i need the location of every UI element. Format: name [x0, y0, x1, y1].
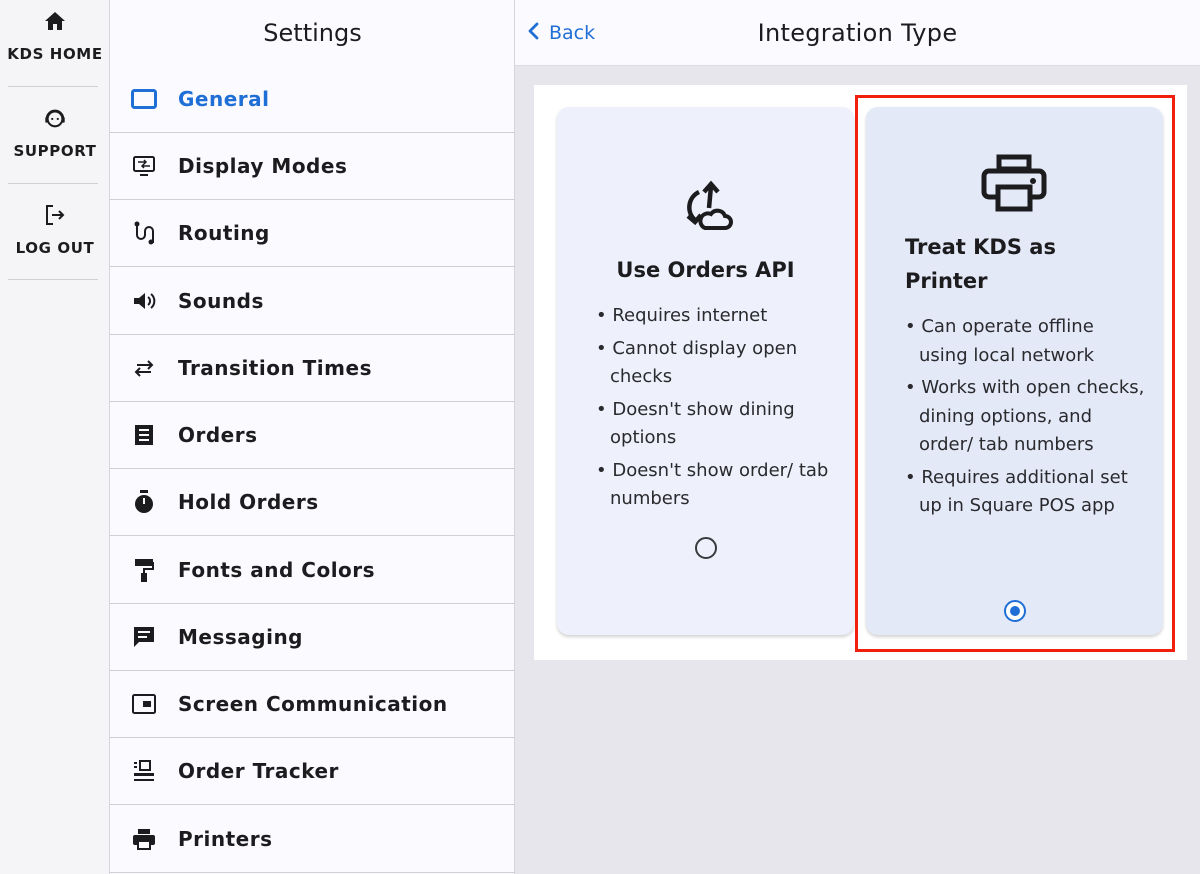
option-bullet: Can operate offline using local network — [905, 313, 1145, 370]
sidebar-item-order-tracker[interactable]: Order Tracker — [110, 738, 515, 805]
option-card-kds-printer[interactable]: Treat KDS as Printer Can operate offline… — [866, 107, 1163, 635]
sidebar-item-screen-communication[interactable]: Screen Communication — [110, 671, 515, 738]
chevron-left-icon — [527, 22, 539, 44]
logout-icon — [43, 203, 67, 227]
printer-icon — [130, 825, 158, 853]
sidebar-item-display-modes[interactable]: Display Modes — [110, 133, 515, 200]
sidebar-item-messaging[interactable]: Messaging — [110, 604, 515, 671]
support-label: SUPPORT — [13, 142, 97, 160]
option-bullet: Cannot display open checks — [596, 335, 836, 392]
settings-sidebar: Settings General Display Modes Routing S… — [110, 0, 515, 874]
sidebar-item-label: Fonts and Colors — [178, 558, 376, 582]
main-header: Integration Type Back — [515, 0, 1200, 66]
routing-icon — [130, 219, 158, 247]
option-bullet-list: Requires internet Cannot display open ch… — [596, 302, 836, 518]
log-out-button[interactable]: LOG OUT — [0, 194, 110, 290]
option-bullet: Doesn't show dining options — [596, 396, 836, 453]
sidebar-item-fonts-and-colors[interactable]: Fonts and Colors — [110, 537, 515, 604]
home-icon — [43, 9, 67, 33]
sidebar-item-sounds[interactable]: Sounds — [110, 268, 515, 335]
receipt-icon — [130, 421, 158, 449]
printer-icon — [979, 153, 1049, 213]
general-icon — [130, 85, 158, 113]
rail-divider — [8, 183, 98, 184]
option-bullet-list: Can operate offline using local network … — [905, 313, 1145, 525]
sidebar-item-label: Orders — [178, 423, 258, 447]
radio-button-orders-api[interactable] — [695, 537, 717, 559]
option-bullet: Works with open checks, dining options, … — [905, 374, 1145, 460]
sidebar-item-label: Transition Times — [178, 356, 372, 380]
option-card-orders-api[interactable]: Use Orders API Requires internet Cannot … — [557, 107, 854, 635]
rail-divider — [8, 279, 98, 280]
sidebar-item-general[interactable]: General — [110, 66, 515, 133]
sidebar-item-routing[interactable]: Routing — [110, 200, 515, 267]
option-bullet: Requires additional set up in Square POS… — [905, 464, 1145, 521]
sidebar-item-orders[interactable]: Orders — [110, 402, 515, 469]
message-icon — [130, 623, 158, 651]
sidebar-item-label: Sounds — [178, 289, 264, 313]
paint-roller-icon — [130, 556, 158, 584]
back-button[interactable]: Back — [527, 18, 595, 48]
transition-arrows-icon — [130, 354, 158, 382]
page-title: Integration Type — [757, 19, 958, 47]
settings-title: Settings — [263, 19, 362, 47]
support-button[interactable]: SUPPORT — [0, 97, 110, 193]
speaker-icon — [130, 287, 158, 315]
log-out-label: LOG OUT — [15, 239, 95, 257]
stopwatch-icon — [130, 488, 158, 516]
sidebar-item-printers[interactable]: Printers — [110, 806, 515, 873]
cloud-sync-icon — [680, 179, 736, 235]
kds-home-button[interactable]: KDS HOME — [0, 0, 110, 96]
screen-icon — [130, 690, 158, 718]
sidebar-item-transition-times[interactable]: Transition Times — [110, 335, 515, 402]
radio-button-kds-printer[interactable] — [1004, 600, 1026, 622]
sidebar-item-label: Routing — [178, 221, 270, 245]
kds-home-label: KDS HOME — [7, 45, 103, 63]
option-bullet: Doesn't show order/ tab numbers — [596, 457, 836, 514]
sidebar-item-label: Hold Orders — [178, 490, 319, 514]
option-bullet: Requires internet — [596, 302, 836, 331]
sidebar-item-label: Messaging — [178, 625, 303, 649]
sidebar-item-label: General — [178, 87, 270, 111]
left-rail: KDS HOME SUPPORT LOG OUT — [0, 0, 110, 874]
sidebar-item-hold-orders[interactable]: Hold Orders — [110, 469, 515, 536]
rail-divider — [8, 86, 98, 87]
integration-options-panel: Use Orders API Requires internet Cannot … — [534, 85, 1187, 660]
back-label: Back — [549, 22, 596, 44]
sidebar-item-label: Printers — [178, 827, 273, 851]
sidebar-item-label: Screen Communication — [178, 692, 448, 716]
order-tracker-icon — [130, 757, 158, 785]
option-title: Treat KDS as Printer — [905, 235, 1056, 293]
display-modes-icon — [130, 152, 158, 180]
sidebar-item-label: Order Tracker — [178, 759, 339, 783]
option-title: Use Orders API — [616, 258, 795, 282]
sidebar-item-label: Display Modes — [178, 154, 348, 178]
headset-icon — [43, 106, 67, 130]
